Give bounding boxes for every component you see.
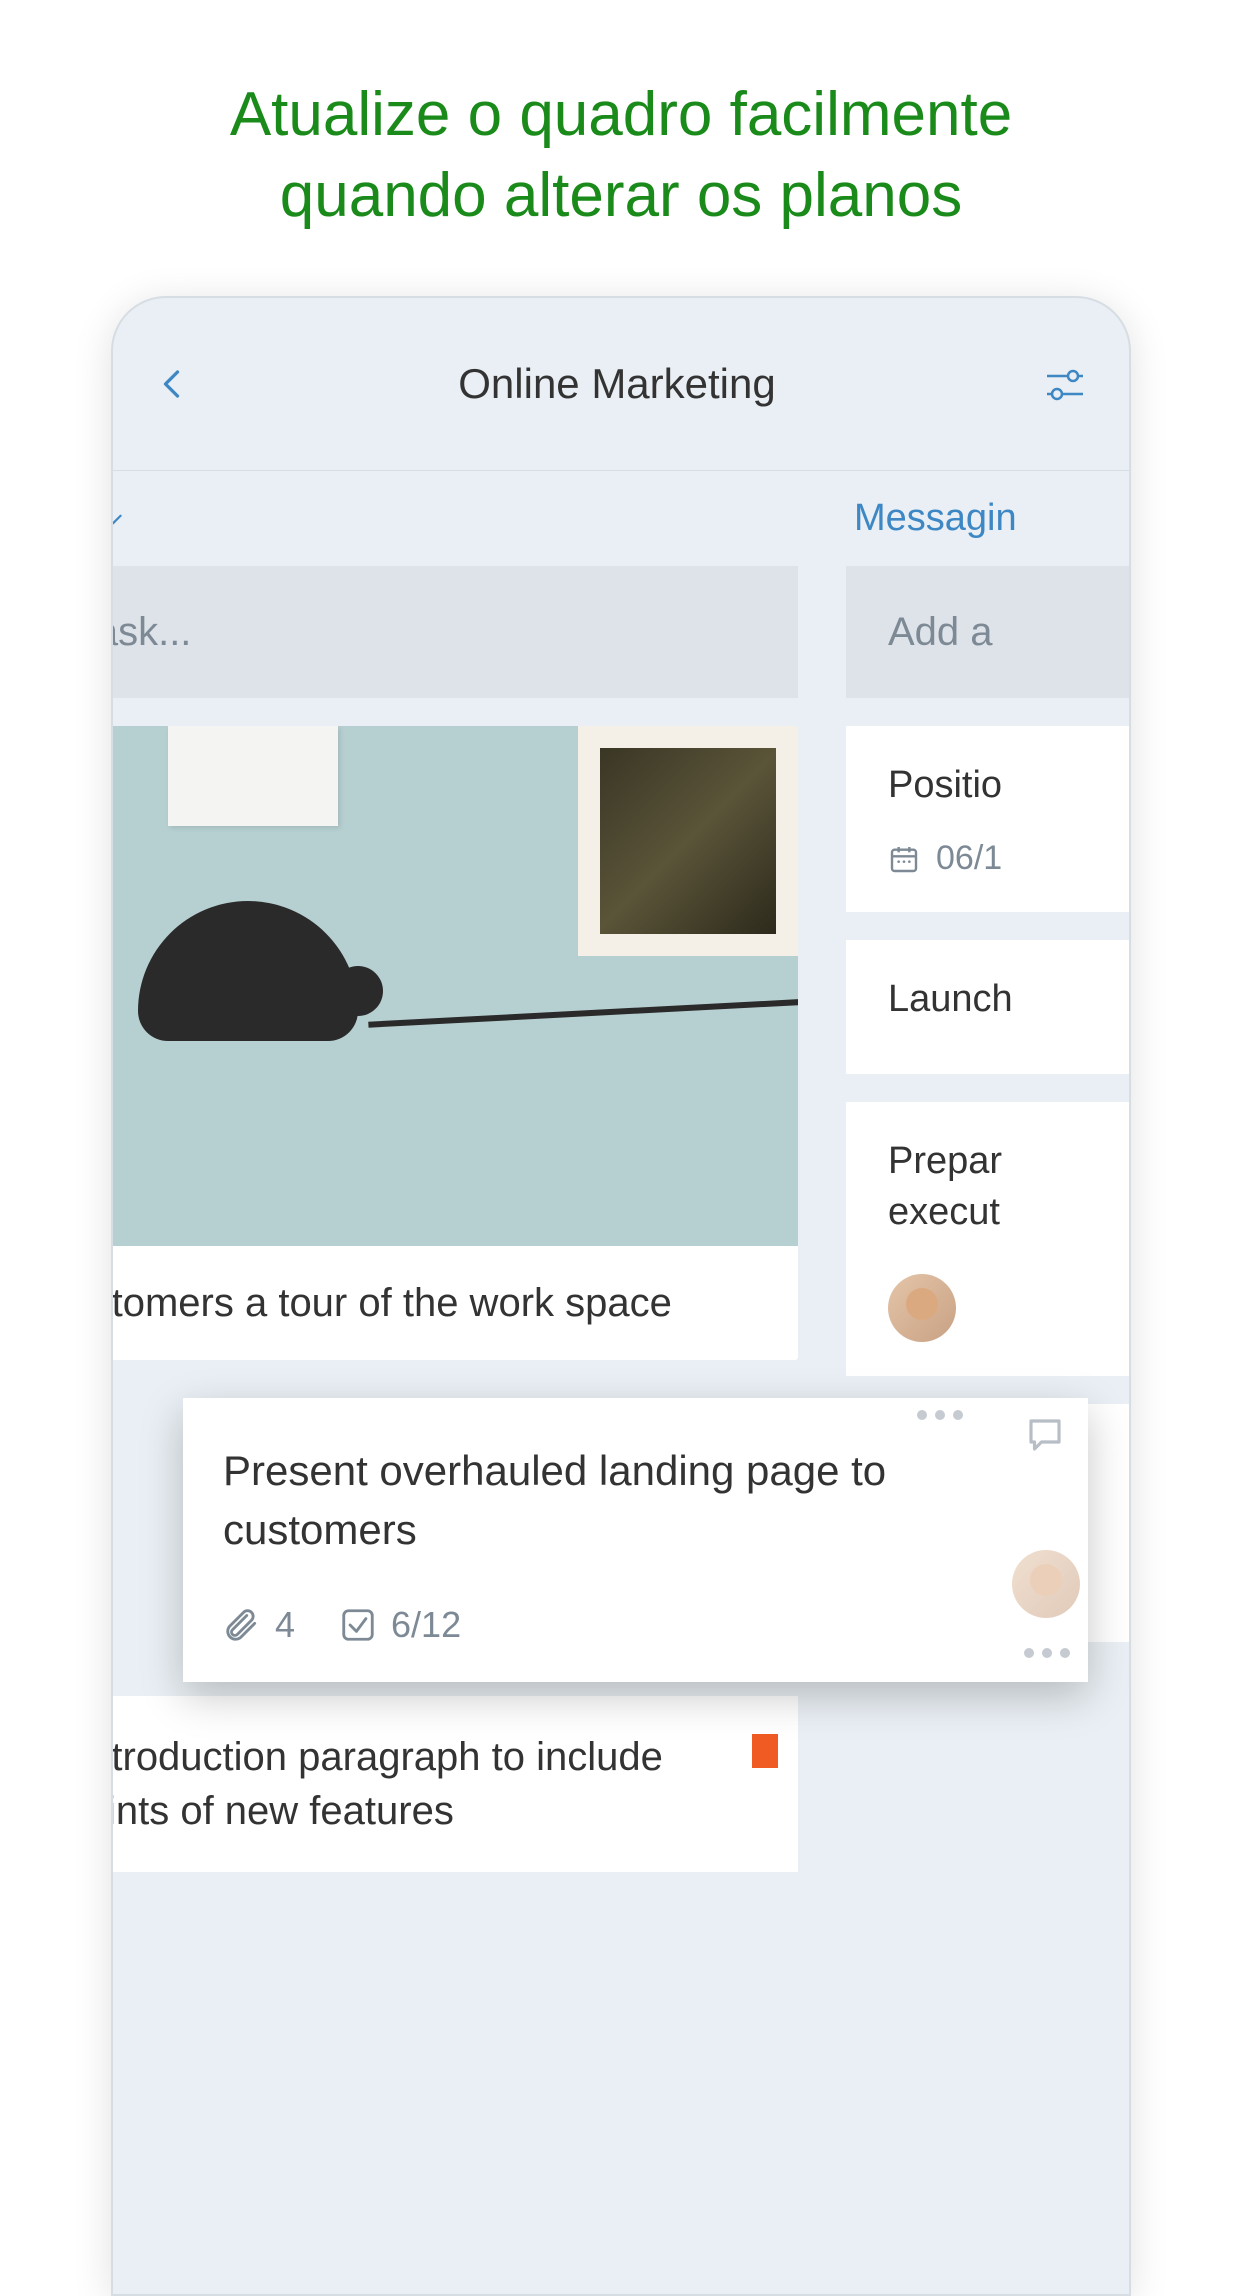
label-dot	[752, 1734, 778, 1768]
task-card-launch[interactable]: Launch	[846, 940, 1131, 1073]
dragging-card[interactable]: Present overhauled landing page to custo…	[183, 1398, 1088, 1682]
chevron-left-icon	[155, 358, 191, 410]
app-header: Online Marketing	[113, 298, 1129, 471]
attachment-meta: 4	[223, 1604, 295, 1646]
task-card-position[interactable]: Positio 06/1	[846, 726, 1131, 912]
column-header-messaging[interactable]: Messagin	[846, 471, 1131, 566]
drag-dots-top	[917, 1410, 963, 1420]
task-card-prepare[interactable]: Prepar execut	[846, 1102, 1131, 1377]
attachment-count: 4	[275, 1604, 295, 1646]
attachment-icon	[223, 1606, 261, 1644]
checklist-progress: 6/12	[391, 1604, 461, 1646]
card-title-line1: Prepar	[888, 1136, 1131, 1187]
card-title-line1: ise introduction paragraph to include	[111, 1730, 778, 1784]
comment-icon-wrapper	[1024, 1414, 1066, 1461]
avatar	[1012, 1550, 1080, 1618]
avatar	[888, 1274, 956, 1342]
headline-line2: quando alterar os planos	[40, 156, 1202, 237]
headline-line1: Atualize o quadro facilmente	[40, 75, 1202, 156]
promo-headline: Atualize o quadro facilmente quando alte…	[0, 0, 1242, 296]
add-task-input-rollout[interactable]: d a task...	[111, 566, 798, 698]
add-task-placeholder: d a task...	[111, 610, 191, 655]
add-task-placeholder: Add a	[888, 610, 993, 655]
device-frame: Online Marketing llout d a task...	[111, 296, 1131, 2296]
back-button[interactable]	[153, 364, 193, 404]
card-title: Positio	[888, 760, 1131, 811]
filter-button[interactable]	[1041, 360, 1089, 408]
card-title: Launch	[888, 974, 1131, 1025]
card-image	[111, 726, 798, 1246]
card-title-line2: execut	[888, 1187, 1131, 1238]
page-title: Online Marketing	[458, 360, 775, 408]
sliders-icon	[1041, 358, 1089, 410]
card-date: 06/1	[936, 839, 1002, 878]
column-header-rollout[interactable]: llout	[111, 471, 798, 566]
card-title: e customers a tour of the work space	[111, 1246, 798, 1360]
add-task-input-messaging[interactable]: Add a	[846, 566, 1131, 698]
comment-icon	[1024, 1414, 1066, 1456]
card-title: Present overhauled landing page to custo…	[223, 1442, 1048, 1560]
task-card-revise[interactable]: ise introduction paragraph to include et…	[111, 1696, 798, 1872]
column-name: Messagin	[854, 497, 1017, 539]
card-avatar	[1012, 1550, 1080, 1618]
drag-dots-bottom	[1024, 1648, 1070, 1658]
task-card-tour[interactable]: e customers a tour of the work space	[111, 726, 798, 1360]
calendar-icon	[888, 843, 920, 875]
checklist-icon	[339, 1606, 377, 1644]
card-title-line2: et points of new features	[111, 1784, 778, 1838]
chevron-down-icon	[111, 506, 126, 532]
checklist-meta: 6/12	[339, 1604, 461, 1646]
